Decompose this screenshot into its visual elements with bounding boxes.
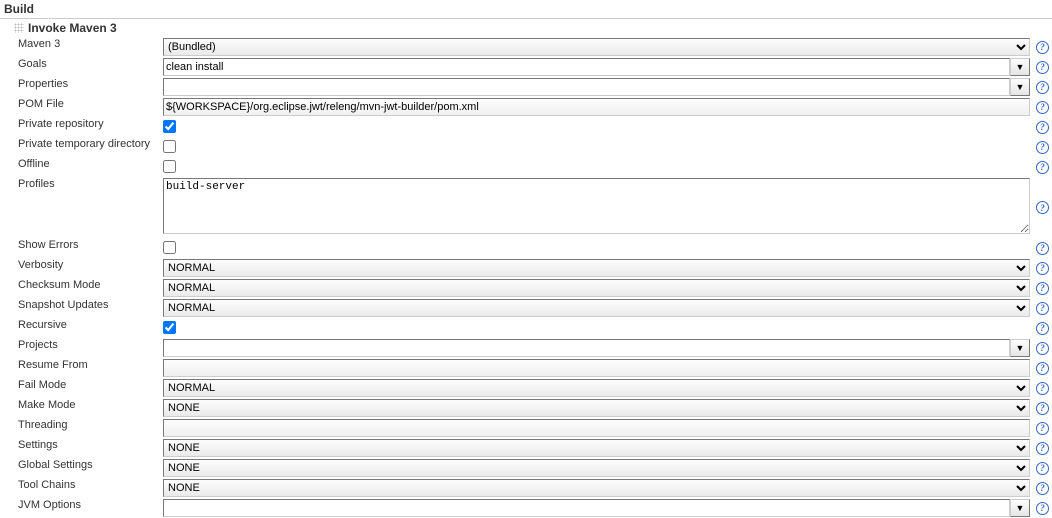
label-recursive: Recursive — [0, 318, 160, 338]
jvm-options-input[interactable] — [163, 499, 1010, 517]
help-icon[interactable]: ? — [1036, 322, 1049, 335]
label-tool-chains: Tool Chains — [0, 478, 160, 498]
snapshot-updates-select[interactable]: NORMAL — [163, 299, 1030, 317]
section-title: Build — [0, 0, 1052, 19]
properties-input[interactable] — [163, 78, 1010, 96]
label-properties: Properties — [0, 77, 160, 97]
maven3-select[interactable]: (Bundled) — [163, 38, 1030, 56]
help-icon[interactable]: ? — [1036, 382, 1049, 395]
label-threading: Threading — [0, 418, 160, 438]
label-private-repo: Private repository — [0, 117, 160, 137]
checksum-mode-select[interactable]: NORMAL — [163, 279, 1030, 297]
label-resume-from: Resume From — [0, 358, 160, 378]
jvm-options-dropdown-button[interactable]: ▼ — [1010, 499, 1030, 517]
threading-input[interactable] — [163, 419, 1030, 437]
private-repo-checkbox[interactable] — [163, 120, 176, 133]
help-icon[interactable]: ? — [1036, 482, 1049, 495]
help-icon[interactable]: ? — [1036, 342, 1049, 355]
help-icon[interactable]: ? — [1036, 462, 1049, 475]
help-icon[interactable]: ? — [1036, 242, 1049, 255]
goals-dropdown-button[interactable]: ▼ — [1010, 58, 1030, 76]
tool-chains-select[interactable]: NONE — [163, 479, 1030, 497]
goals-input[interactable] — [163, 58, 1010, 76]
verbosity-select[interactable]: NORMAL — [163, 259, 1030, 277]
make-mode-select[interactable]: NONE — [163, 399, 1030, 417]
settings-select[interactable]: NONE — [163, 439, 1030, 457]
label-verbosity: Verbosity — [0, 258, 160, 278]
label-maven3: Maven 3 — [0, 37, 160, 57]
properties-dropdown-button[interactable]: ▼ — [1010, 78, 1030, 96]
label-make-mode: Make Mode — [0, 398, 160, 418]
help-icon[interactable]: ? — [1036, 141, 1049, 154]
offline-checkbox[interactable] — [163, 160, 176, 173]
help-icon[interactable]: ? — [1036, 442, 1049, 455]
help-icon[interactable]: ? — [1036, 41, 1049, 54]
label-projects: Projects — [0, 338, 160, 358]
help-icon[interactable]: ? — [1036, 262, 1049, 275]
label-snapshot-updates: Snapshot Updates — [0, 298, 160, 318]
help-icon[interactable]: ? — [1036, 282, 1049, 295]
help-icon[interactable]: ? — [1036, 81, 1049, 94]
profiles-textarea[interactable]: build-server — [163, 178, 1030, 234]
help-icon[interactable]: ? — [1036, 302, 1049, 315]
label-show-errors: Show Errors — [0, 238, 160, 258]
help-icon[interactable]: ? — [1036, 101, 1049, 114]
fail-mode-select[interactable]: NORMAL — [163, 379, 1030, 397]
label-goals: Goals — [0, 57, 160, 77]
label-jvm-options: JVM Options — [0, 498, 160, 518]
pom-file-input[interactable] — [163, 98, 1030, 116]
show-errors-checkbox[interactable] — [163, 241, 176, 254]
build-step-header: Invoke Maven 3 — [0, 19, 1052, 37]
label-checksum-mode: Checksum Mode — [0, 278, 160, 298]
private-temp-checkbox[interactable] — [163, 140, 176, 153]
help-icon[interactable]: ? — [1036, 161, 1049, 174]
help-icon[interactable]: ? — [1036, 201, 1049, 214]
resume-from-input[interactable] — [163, 359, 1030, 377]
projects-dropdown-button[interactable]: ▼ — [1010, 339, 1030, 357]
label-global-settings: Global Settings — [0, 458, 160, 478]
global-settings-select[interactable]: NONE — [163, 459, 1030, 477]
help-icon[interactable]: ? — [1036, 502, 1049, 515]
help-icon[interactable]: ? — [1036, 61, 1049, 74]
label-fail-mode: Fail Mode — [0, 378, 160, 398]
help-icon[interactable]: ? — [1036, 422, 1049, 435]
help-icon[interactable]: ? — [1036, 362, 1049, 375]
help-icon[interactable]: ? — [1036, 121, 1049, 134]
label-pom-file: POM File — [0, 97, 160, 117]
label-profiles: Profiles — [0, 177, 160, 238]
help-icon[interactable]: ? — [1036, 402, 1049, 415]
recursive-checkbox[interactable] — [163, 321, 176, 334]
drag-handle-icon[interactable] — [14, 23, 24, 33]
subsection-title: Invoke Maven 3 — [28, 21, 117, 35]
label-offline: Offline — [0, 157, 160, 177]
label-settings: Settings — [0, 438, 160, 458]
label-private-temp: Private temporary directory — [0, 137, 160, 157]
projects-input[interactable] — [163, 339, 1010, 357]
